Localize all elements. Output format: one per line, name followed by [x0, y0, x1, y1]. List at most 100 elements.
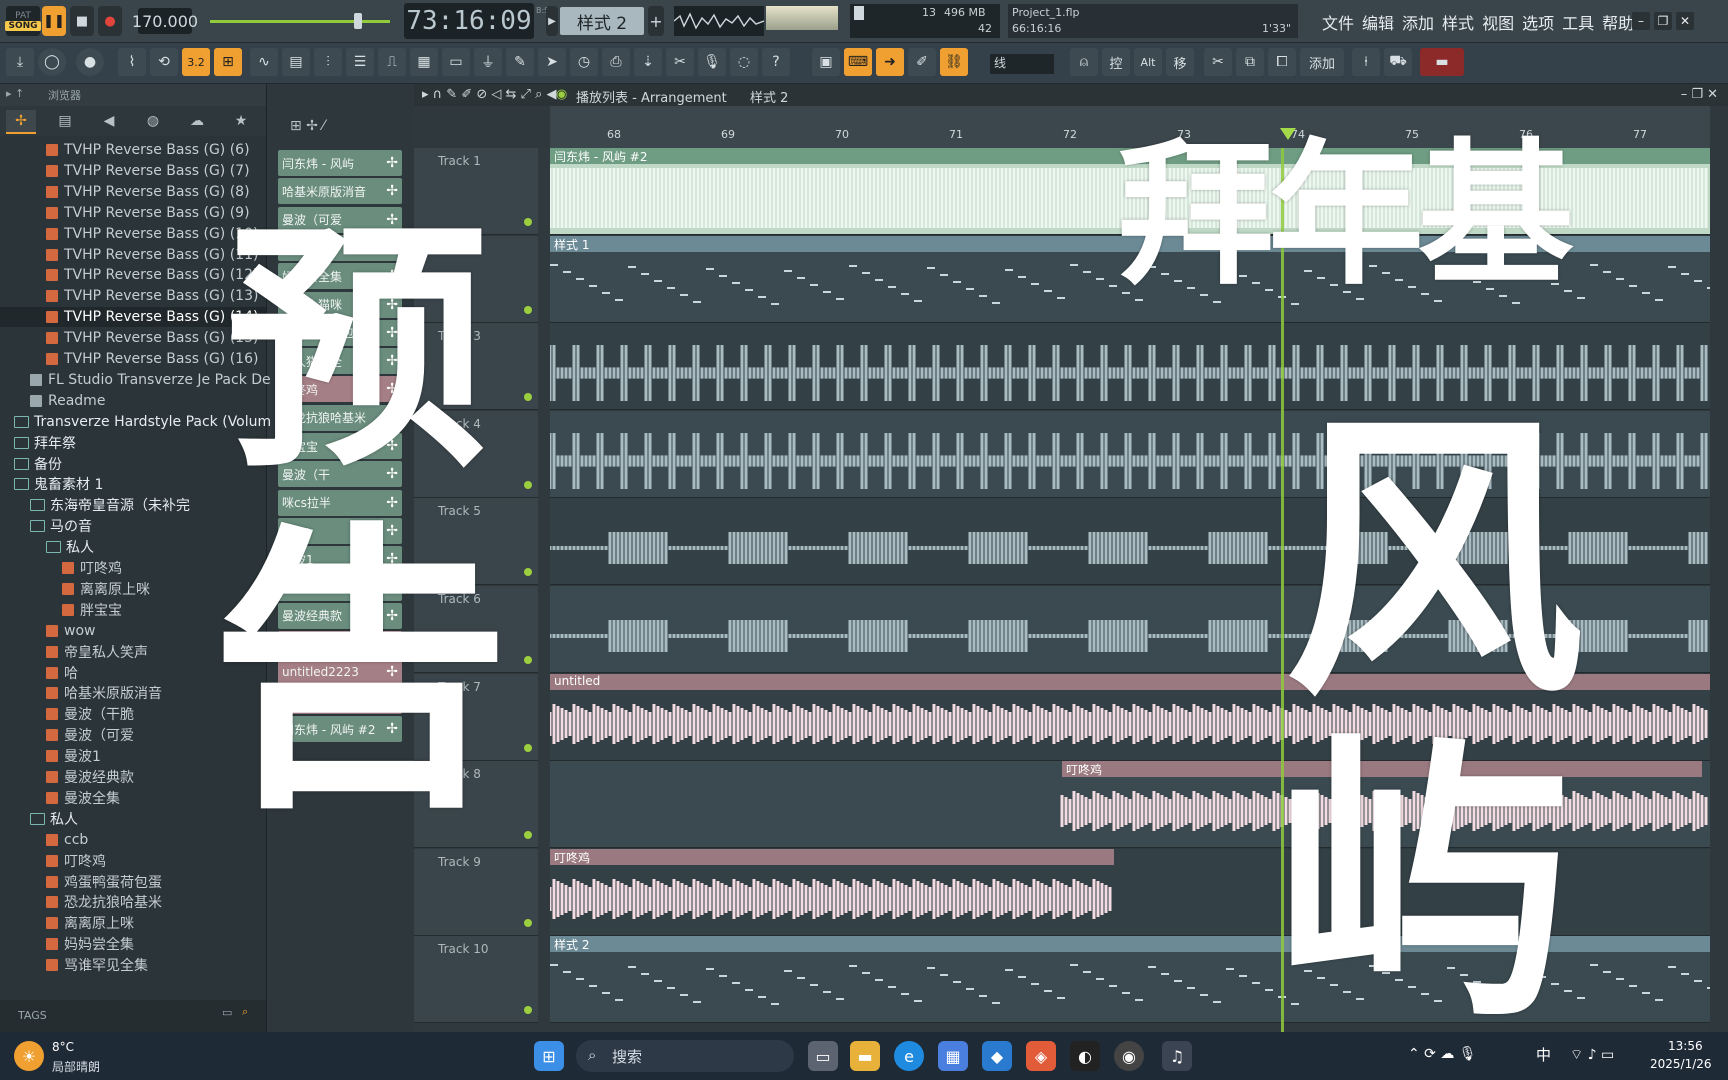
- add-pattern-button[interactable]: +: [648, 6, 664, 36]
- pattern-selector[interactable]: 样式 2: [560, 7, 644, 35]
- menu-add[interactable]: 添加: [1402, 10, 1434, 34]
- link-icon[interactable]: ⛓: [940, 48, 968, 76]
- close-icon[interactable]: ✕: [1676, 12, 1694, 30]
- control-button[interactable]: 控: [1102, 48, 1130, 76]
- alt-button[interactable]: Alt: [1134, 48, 1162, 76]
- step-icon[interactable]: ⌇: [118, 48, 146, 76]
- folder-icon[interactable]: ▭: [222, 1006, 232, 1019]
- typing-keyboard-icon[interactable]: ⊞: [214, 48, 242, 76]
- weather-icon[interactable]: ☀: [14, 1041, 44, 1071]
- mic-icon[interactable]: 🎙: [698, 48, 726, 76]
- tab-all-icon[interactable]: ✢: [6, 110, 36, 134]
- master-volume-handle[interactable]: [354, 13, 362, 29]
- snap-button[interactable]: 3.2: [182, 48, 210, 76]
- knob-icon[interactable]: ◯: [38, 48, 66, 76]
- bell-icon[interactable]: ⍝: [1070, 48, 1098, 76]
- save-icon[interactable]: ⎙: [602, 48, 630, 76]
- channel-select[interactable]: 线: [990, 54, 1054, 74]
- search-icon[interactable]: ⌕: [242, 1005, 248, 1019]
- file-explorer-icon[interactable]: ▬: [850, 1041, 880, 1071]
- network-sound-battery-icons[interactable]: ⌔ ♪ ▭: [1570, 1046, 1614, 1064]
- tab-star-icon[interactable]: ★: [226, 110, 256, 132]
- track-enable-led[interactable]: [524, 656, 532, 664]
- dial-icon[interactable]: ●: [76, 48, 104, 76]
- menu-tools[interactable]: 工具: [1562, 10, 1594, 34]
- menu-help[interactable]: 帮助: [1602, 10, 1634, 34]
- menu-patterns[interactable]: 样式: [1442, 10, 1474, 34]
- plugin-icon[interactable]: ⎍: [378, 48, 406, 76]
- render-icon[interactable]: ⇣: [634, 48, 662, 76]
- pencil-icon[interactable]: ✐: [908, 48, 936, 76]
- copy-icon[interactable]: ⧉: [1236, 48, 1264, 76]
- menu-options[interactable]: 选项: [1522, 10, 1554, 34]
- search-box[interactable]: ⌕ 搜索: [576, 1040, 794, 1072]
- tab-files-icon[interactable]: ▤: [50, 110, 80, 132]
- scissors-tool-icon[interactable]: ✂: [666, 48, 694, 76]
- chat-icon[interactable]: ◌: [730, 48, 758, 76]
- keyboard-icon[interactable]: ⌨: [844, 48, 872, 76]
- file-icon[interactable]: ▭: [442, 48, 470, 76]
- mixer-icon[interactable]: ⫶: [314, 48, 342, 76]
- track-enable-led[interactable]: [524, 568, 532, 577]
- pause-button[interactable]: ❚❚: [42, 6, 66, 36]
- add-button[interactable]: 添加: [1300, 48, 1344, 76]
- track-enable-led[interactable]: [524, 831, 532, 840]
- clock-icon[interactable]: ◷: [570, 48, 598, 76]
- screen-icon[interactable]: ▣: [812, 48, 840, 76]
- menu-edit[interactable]: 编辑: [1362, 10, 1394, 34]
- channel-rack-icon[interactable]: ☰: [346, 48, 374, 76]
- browser-item[interactable]: 鸡蛋鸭蛋荷包蛋: [0, 872, 266, 892]
- browser-item[interactable]: 妈妈尝全集: [0, 934, 266, 954]
- loop-icon[interactable]: ⟲: [150, 48, 178, 76]
- playlist-tool-icons[interactable]: ▸ ∩ ✎ ✐ ⊘ ◁ ⇆ ⤢ ⌕ ◀: [422, 87, 556, 102]
- brush-icon[interactable]: ✎: [506, 48, 534, 76]
- tab-cloud-icon[interactable]: ☁: [182, 110, 212, 132]
- browser-item[interactable]: 离离原上咪: [0, 913, 266, 933]
- app2-icon[interactable]: ◈: [1026, 1041, 1056, 1071]
- master-volume-slider[interactable]: [210, 20, 390, 23]
- arrow-icon[interactable]: ➤: [538, 48, 566, 76]
- help-icon[interactable]: ?: [762, 48, 790, 76]
- record-button[interactable]: ●: [98, 6, 122, 36]
- store-icon[interactable]: ▦: [938, 1041, 968, 1071]
- tempo-display[interactable]: 170.000: [132, 8, 198, 34]
- track-enable-led[interactable]: [524, 743, 532, 752]
- playlist-icon[interactable]: ▦: [410, 48, 438, 76]
- cut-icon[interactable]: ✂: [1204, 48, 1232, 76]
- ime-indicator[interactable]: 中: [1536, 1044, 1551, 1065]
- pattern-prev-icon[interactable]: ▶: [546, 6, 558, 36]
- start-icon[interactable]: ⊞: [534, 1041, 564, 1071]
- track-enable-led[interactable]: [524, 393, 532, 402]
- download-icon[interactable]: ⤓: [6, 48, 34, 76]
- playlist-window-icons[interactable]: – ❐ ✕: [1681, 87, 1718, 102]
- arrow-up-icon[interactable]: ▸ ↑: [6, 87, 24, 100]
- browser-item[interactable]: 恐龙抗狼哈基米: [0, 892, 266, 912]
- pat-song-toggle[interactable]: PAT SONG: [5, 6, 41, 36]
- piano-roll-icon[interactable]: ▤: [282, 48, 310, 76]
- track-enable-led[interactable]: [524, 1006, 532, 1015]
- move-button[interactable]: 移: [1166, 48, 1194, 76]
- menu-file[interactable]: 文件: [1322, 10, 1354, 34]
- task-view-icon[interactable]: ▭: [808, 1041, 838, 1071]
- stop-button[interactable]: ■: [70, 6, 94, 36]
- track-enable-led[interactable]: [524, 480, 532, 489]
- tuning-fork-icon[interactable]: ⍿: [1352, 48, 1380, 76]
- track-header[interactable]: Track 10: [414, 936, 538, 1024]
- paste-icon[interactable]: ⧠: [1268, 48, 1296, 76]
- track-enable-led[interactable]: [524, 918, 532, 927]
- menu-view[interactable]: 视图: [1482, 10, 1514, 34]
- minimize-icon[interactable]: –: [1632, 12, 1650, 30]
- restore-icon[interactable]: ❐: [1654, 12, 1672, 30]
- tab-plugin-icon[interactable]: ◍: [138, 110, 168, 132]
- wave-icon[interactable]: ∿: [250, 48, 278, 76]
- app-icon[interactable]: ◆: [982, 1041, 1012, 1071]
- forward-icon[interactable]: ➜: [876, 48, 904, 76]
- edge-icon[interactable]: e: [894, 1041, 924, 1071]
- fl-studio-icon[interactable]: ♫: [1162, 1041, 1192, 1071]
- track-enable-led[interactable]: [524, 218, 532, 226]
- browser-item[interactable]: 骂谁罕见全集: [0, 955, 266, 975]
- obs-icon[interactable]: ◉: [1114, 1041, 1144, 1071]
- track-enable-led[interactable]: [524, 305, 532, 314]
- flag-icon[interactable]: ▬: [1420, 48, 1464, 76]
- cart-icon[interactable]: ⛟: [1384, 48, 1412, 76]
